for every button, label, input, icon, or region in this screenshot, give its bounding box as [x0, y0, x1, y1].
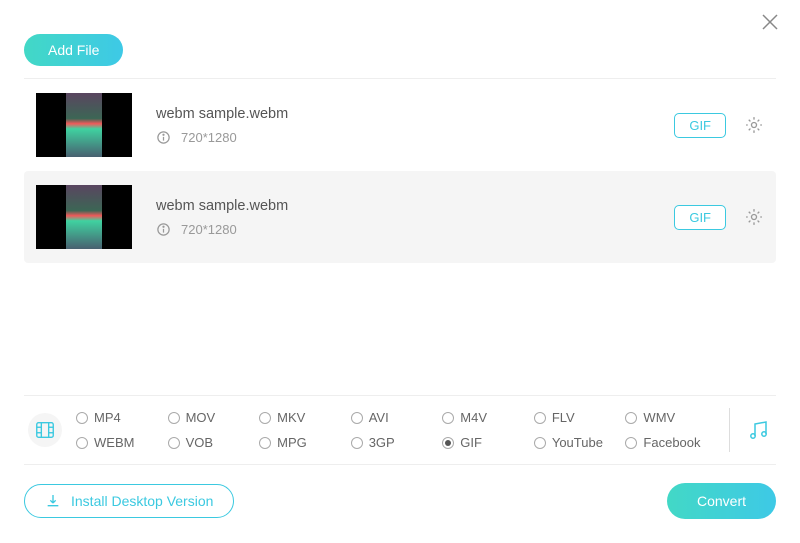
install-label: Install Desktop Version: [71, 493, 213, 509]
format-label: MOV: [186, 410, 216, 425]
format-label: Facebook: [643, 435, 700, 450]
separator: [729, 408, 730, 452]
format-label: WEBM: [94, 435, 134, 450]
radio-icon: [442, 412, 454, 424]
format-option-3gp[interactable]: 3GP: [351, 435, 439, 450]
format-label: 3GP: [369, 435, 395, 450]
radio-icon: [351, 437, 363, 449]
radio-icon: [534, 437, 546, 449]
install-desktop-button[interactable]: Install Desktop Version: [24, 484, 234, 518]
radio-icon: [534, 412, 546, 424]
footer: Install Desktop Version Convert: [24, 483, 776, 519]
radio-icon: [76, 412, 88, 424]
file-resolution: 720*1280: [181, 222, 237, 237]
close-icon[interactable]: [760, 12, 780, 37]
format-option-mpg[interactable]: MPG: [259, 435, 347, 450]
radio-icon: [168, 437, 180, 449]
format-label: MP4: [94, 410, 121, 425]
radio-icon: [625, 412, 637, 424]
radio-icon: [442, 437, 454, 449]
radio-icon: [76, 437, 88, 449]
format-option-wmv[interactable]: WMV: [625, 410, 713, 425]
format-option-mkv[interactable]: MKV: [259, 410, 347, 425]
format-option-gif[interactable]: GIF: [442, 435, 530, 450]
radio-icon: [259, 437, 271, 449]
thumbnail: [36, 93, 132, 157]
format-option-flv[interactable]: FLV: [534, 410, 622, 425]
format-option-mov[interactable]: MOV: [168, 410, 256, 425]
format-label: WMV: [643, 410, 675, 425]
format-label: AVI: [369, 410, 389, 425]
radio-icon: [168, 412, 180, 424]
format-label: MPG: [277, 435, 307, 450]
format-option-mp4[interactable]: MP4: [76, 410, 164, 425]
output-format-badge[interactable]: GIF: [674, 113, 726, 138]
radio-icon: [625, 437, 637, 449]
format-option-vob[interactable]: VOB: [168, 435, 256, 450]
format-label: GIF: [460, 435, 482, 450]
convert-button[interactable]: Convert: [667, 483, 776, 519]
file-name: webm sample.webm: [156, 198, 674, 214]
gear-icon[interactable]: [744, 207, 764, 227]
output-format-badge[interactable]: GIF: [674, 205, 726, 230]
info-icon[interactable]: [156, 222, 171, 237]
file-list: webm sample.webm720*1280GIFwebm sample.w…: [24, 79, 776, 263]
format-option-avi[interactable]: AVI: [351, 410, 439, 425]
file-row[interactable]: webm sample.webm 720*1280 GIF: [24, 79, 776, 171]
thumbnail: [36, 185, 132, 249]
format-panel: MP4 MOV MKV AVI M4V FLV WMV WEBM VOB MPG 3GP GIF You…: [24, 395, 776, 465]
info-icon[interactable]: [156, 130, 171, 145]
video-formats-icon[interactable]: [28, 413, 62, 447]
file-meta: webm sample.webm 720*1280: [156, 198, 674, 237]
format-label: M4V: [460, 410, 487, 425]
format-option-webm[interactable]: WEBM: [76, 435, 164, 450]
format-option-m4v[interactable]: M4V: [442, 410, 530, 425]
format-option-youtube[interactable]: YouTube: [534, 435, 622, 450]
audio-formats-icon[interactable]: [746, 418, 770, 442]
format-label: YouTube: [552, 435, 603, 450]
file-row[interactable]: webm sample.webm 720*1280 GIF: [24, 171, 776, 263]
format-option-facebook[interactable]: Facebook: [625, 435, 713, 450]
file-meta: webm sample.webm 720*1280: [156, 106, 674, 145]
radio-icon: [259, 412, 271, 424]
file-resolution: 720*1280: [181, 130, 237, 145]
gear-icon[interactable]: [744, 115, 764, 135]
download-icon: [45, 493, 61, 509]
radio-icon: [351, 412, 363, 424]
format-label: MKV: [277, 410, 305, 425]
format-label: FLV: [552, 410, 575, 425]
add-file-button[interactable]: Add File: [24, 34, 123, 66]
format-label: VOB: [186, 435, 213, 450]
file-name: webm sample.webm: [156, 106, 674, 122]
